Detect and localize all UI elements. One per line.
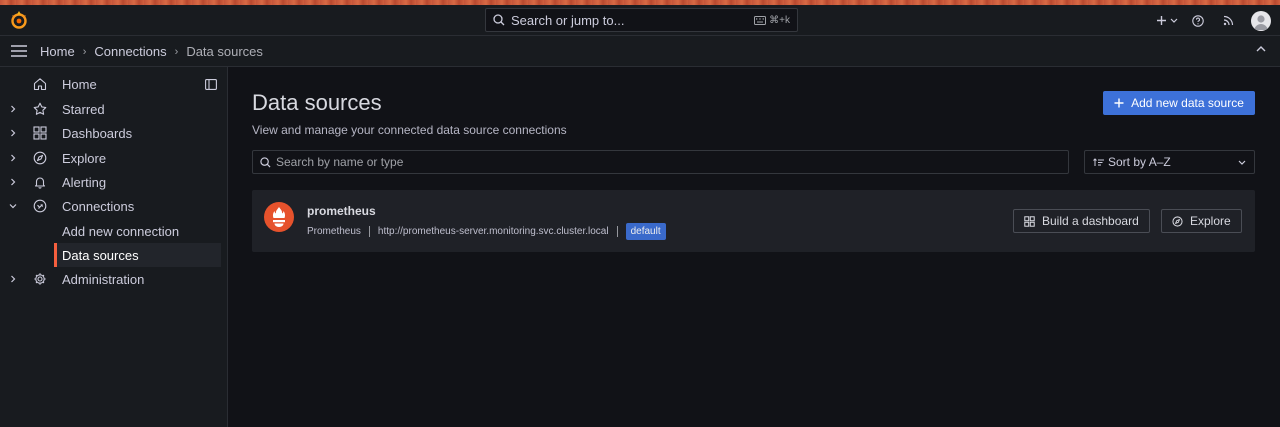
bell-icon bbox=[34, 177, 46, 189]
cog-icon bbox=[34, 273, 46, 285]
search-placeholder: Search or jump to... bbox=[511, 12, 625, 28]
sidebar-item-connections[interactable]: Connections bbox=[0, 194, 228, 218]
sidebar-item-starred[interactable]: Starred bbox=[0, 97, 228, 121]
default-badge: default bbox=[625, 222, 666, 240]
hamburger-menu-icon[interactable] bbox=[11, 44, 27, 58]
search-bar[interactable]: Search or jump to... ⌘+k bbox=[485, 8, 798, 32]
add-new-data-source-button[interactable]: Add new data source bbox=[1103, 91, 1255, 115]
sidebar-item-label: Data sources bbox=[62, 247, 139, 263]
sidebar-item-explore[interactable]: Explore bbox=[0, 146, 228, 170]
user-icon bbox=[1254, 14, 1268, 30]
compass-icon bbox=[1172, 215, 1183, 227]
search-icon bbox=[493, 14, 505, 26]
build-dashboard-button[interactable]: Build a dashboard bbox=[1013, 209, 1150, 233]
breadcrumb-connections[interactable]: Connections bbox=[94, 44, 166, 59]
help-button[interactable] bbox=[1191, 9, 1205, 33]
data-source-meta: Prometheus http://prometheus-server.moni… bbox=[307, 222, 666, 240]
add-button-label: Add new data source bbox=[1131, 96, 1244, 110]
keyboard-icon bbox=[754, 15, 767, 25]
sort-icon bbox=[1093, 157, 1104, 166]
sidebar-item-data-sources[interactable]: Data sources bbox=[54, 243, 221, 267]
help-icon bbox=[1192, 14, 1204, 27]
dock-menu-icon[interactable] bbox=[205, 79, 217, 90]
main-content: Data sources View and manage your connec… bbox=[228, 67, 1280, 427]
top-navbar: Search or jump to... ⌘+k bbox=[0, 5, 1280, 36]
sidebar-item-label: Starred bbox=[62, 101, 105, 117]
plus-icon bbox=[1114, 98, 1124, 108]
breadcrumb-data-sources: Data sources bbox=[186, 44, 263, 59]
breadcrumb-home[interactable]: Home bbox=[40, 44, 75, 59]
meta-divider bbox=[368, 225, 370, 237]
breadcrumb-separator-icon: › bbox=[82, 45, 87, 58]
sidebar-item-home[interactable]: Home bbox=[0, 72, 228, 96]
compass-icon bbox=[33, 151, 47, 165]
data-source-search[interactable] bbox=[252, 150, 1069, 174]
sidebar-item-label: Explore bbox=[62, 150, 107, 166]
chevron-right-icon[interactable] bbox=[8, 104, 18, 114]
sidebar-item-label: Administration bbox=[62, 271, 145, 287]
chevron-right-icon[interactable] bbox=[8, 274, 18, 284]
grafana-logo-icon[interactable] bbox=[9, 10, 29, 30]
apps-icon bbox=[33, 126, 47, 140]
keyboard-shortcut: ⌘+k bbox=[754, 15, 790, 26]
explore-button[interactable]: Explore bbox=[1161, 209, 1242, 233]
build-dashboard-label: Build a dashboard bbox=[1042, 214, 1139, 228]
explore-label: Explore bbox=[1190, 214, 1231, 228]
chevron-down-icon bbox=[1170, 18, 1178, 23]
sidebar-item-label: Home bbox=[62, 76, 97, 92]
breadcrumb-separator-icon: › bbox=[174, 45, 179, 58]
sidebar-item-dashboards[interactable]: Dashboards bbox=[0, 121, 228, 145]
apps-icon bbox=[1024, 215, 1035, 227]
chevron-right-icon[interactable] bbox=[8, 177, 18, 187]
sidebar: Home Starred Dashboards Explore Alerting… bbox=[0, 67, 228, 427]
connections-icon bbox=[33, 199, 47, 213]
plus-icon bbox=[1157, 16, 1166, 25]
avatar bbox=[1251, 10, 1271, 31]
sidebar-item-label: Add new connection bbox=[62, 223, 180, 239]
page-title: Data sources bbox=[252, 90, 382, 115]
new-menu-button[interactable] bbox=[1153, 9, 1181, 33]
home-icon bbox=[33, 78, 47, 91]
data-source-type: Prometheus bbox=[307, 225, 361, 237]
breadcrumb-bar: Home › Connections › Data sources bbox=[0, 36, 1280, 67]
data-source-card[interactable]: prometheus Prometheus http://prometheus-… bbox=[252, 190, 1255, 252]
star-icon bbox=[33, 102, 47, 115]
chevron-down-icon bbox=[1238, 160, 1246, 165]
chevron-right-icon[interactable] bbox=[8, 153, 18, 163]
sidebar-item-label: Alerting bbox=[62, 174, 107, 190]
sidebar-item-label: Dashboards bbox=[62, 125, 133, 141]
sidebar-item-add-new-connection[interactable]: Add new connection bbox=[54, 219, 221, 243]
topbar-actions bbox=[1153, 5, 1280, 36]
search-input[interactable] bbox=[276, 155, 1056, 169]
news-feed-button[interactable] bbox=[1221, 9, 1235, 33]
sidebar-item-administration[interactable]: Administration bbox=[0, 267, 228, 291]
sidebar-item-label: Connections bbox=[62, 198, 135, 214]
profile-button[interactable] bbox=[1251, 9, 1271, 33]
breadcrumb: Home › Connections › Data sources bbox=[40, 36, 263, 67]
data-source-name[interactable]: prometheus bbox=[307, 204, 376, 218]
chevron-up-icon[interactable] bbox=[1256, 45, 1266, 52]
search-icon bbox=[260, 156, 271, 168]
meta-divider bbox=[616, 225, 618, 237]
prometheus-logo-icon bbox=[264, 202, 294, 232]
sort-label: Sort by A–Z bbox=[1108, 155, 1171, 169]
rss-icon bbox=[1223, 15, 1233, 26]
data-source-url: http://prometheus-server.monitoring.svc.… bbox=[377, 225, 609, 237]
sidebar-item-alerting[interactable]: Alerting bbox=[0, 170, 228, 194]
shortcut-text: ⌘+k bbox=[769, 14, 790, 26]
page-subtitle: View and manage your connected data sour… bbox=[252, 123, 567, 137]
sort-select[interactable]: Sort by A–Z bbox=[1084, 150, 1255, 174]
chevron-right-icon[interactable] bbox=[8, 128, 18, 138]
chevron-down-icon[interactable] bbox=[8, 201, 18, 211]
